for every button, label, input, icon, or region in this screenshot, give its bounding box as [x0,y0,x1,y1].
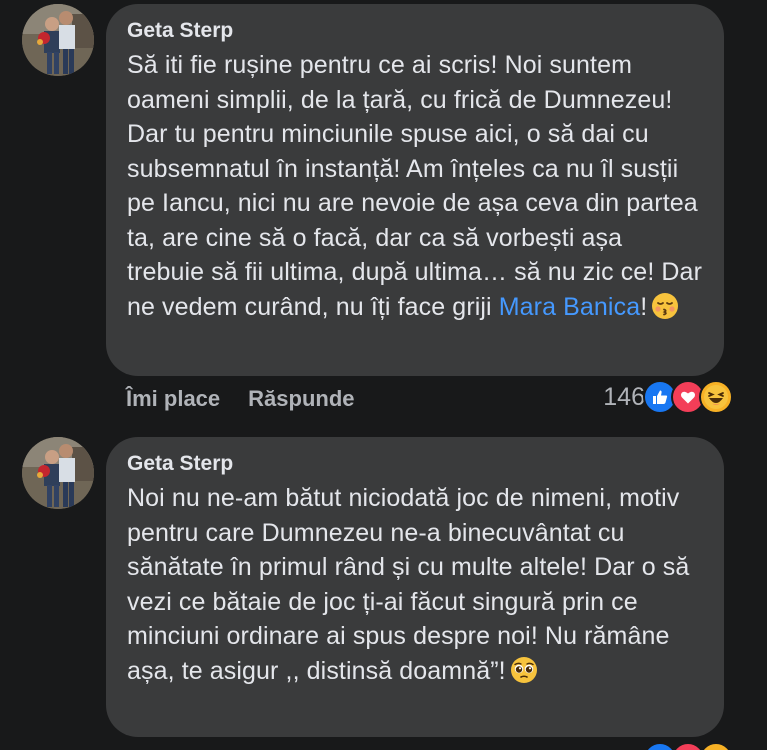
comment-text-body: Să iti fie rușine pentru ce ai scris! No… [127,51,702,321]
love-reaction-icon [671,742,705,750]
reaction-count: 146 [603,382,645,411]
like-button[interactable]: Îmi place [126,386,220,411]
like-reaction-icon [643,742,677,750]
comment-author[interactable]: Geta Sterp [127,18,702,44]
comment-actions: Îmi place Răspunde [126,386,383,412]
comment-bubble: Geta Sterp Să iti fie rușine pentru ce a… [106,4,724,376]
comments-page: Geta Sterp Să iti fie rușine pentru ce a… [0,0,767,750]
comment-actions [126,745,154,750]
avatar[interactable] [22,4,94,76]
avatar-photo [22,4,94,76]
avatar-photo [22,437,94,509]
comment-text-end: ! [640,292,648,321]
reaction-summary[interactable]: 146 [603,380,733,414]
kissing-face-icon [651,292,679,320]
comment-text: Noi nu ne-am bătut niciodată joc de nime… [127,481,702,688]
comment-author[interactable]: Geta Sterp [127,451,702,477]
comment-bubble: Geta Sterp Noi nu ne-am bătut niciodată … [106,437,724,737]
reply-button[interactable]: Răspunde [248,386,354,411]
haha-reaction-icon [699,380,733,414]
comment-text-body: Noi nu ne-am bătut niciodată joc de nime… [127,484,690,685]
reaction-summary[interactable] [643,742,733,750]
mention-link[interactable]: Mara Banica [499,293,640,321]
pleading-face-icon [510,656,538,684]
avatar[interactable] [22,437,94,509]
comment-text: Să iti fie rușine pentru ce ai scris! No… [127,48,702,324]
haha-reaction-icon [699,742,733,750]
